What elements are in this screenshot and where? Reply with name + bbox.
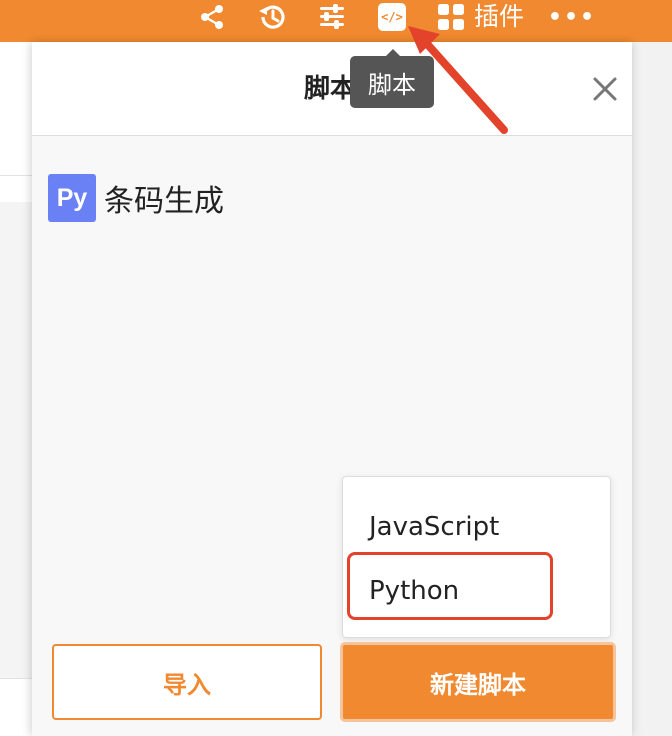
background-table — [0, 42, 34, 736]
python-badge-icon: Py — [48, 174, 96, 222]
table-divider — [0, 678, 34, 679]
script-name: 条码生成 — [104, 184, 224, 219]
panel-header: 脚本 — [32, 42, 632, 136]
share-icon[interactable] — [196, 2, 228, 32]
script-list-item[interactable]: Py 条码生成 — [48, 174, 224, 222]
table-divider — [0, 175, 34, 176]
table-row-band — [0, 202, 34, 678]
plugins-icon — [438, 4, 464, 30]
plugins-button[interactable]: 插件 — [436, 2, 532, 32]
new-script-button[interactable]: 新建脚本 — [340, 642, 616, 722]
panel-title: 脚本 — [304, 74, 357, 104]
annotation-highlight-box — [347, 552, 553, 620]
script-tooltip: 脚本 — [350, 49, 434, 108]
import-button[interactable]: 导入 — [52, 644, 322, 720]
dropdown-option-javascript[interactable]: JavaScript — [343, 497, 612, 557]
close-icon[interactable] — [590, 74, 620, 104]
top-toolbar: </> 插件 ••• — [0, 0, 672, 42]
plugins-label: 插件 — [474, 2, 525, 31]
more-icon[interactable]: ••• — [548, 2, 594, 32]
filter-settings-icon[interactable] — [314, 2, 350, 32]
history-icon[interactable] — [254, 2, 290, 32]
script-icon[interactable]: </> — [376, 2, 408, 32]
script-badge: </> — [378, 3, 406, 31]
